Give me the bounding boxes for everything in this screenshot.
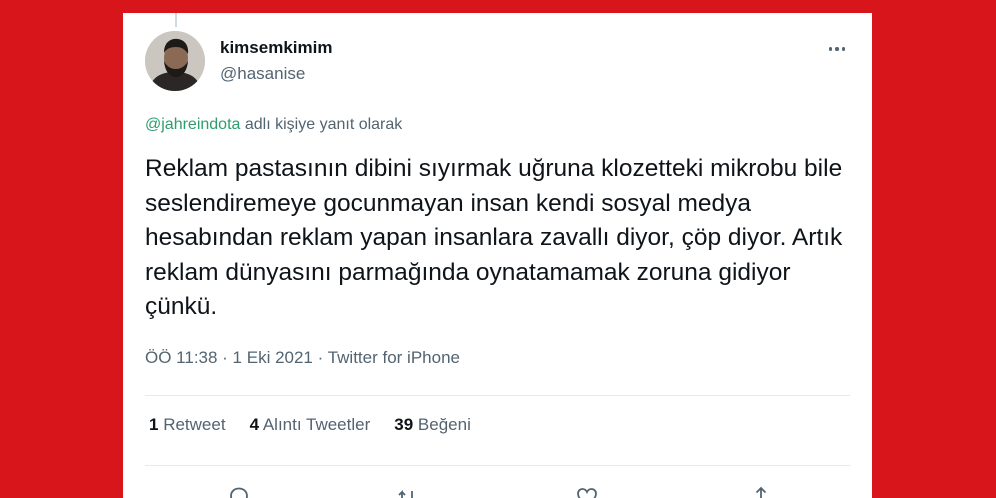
tweet-card: kimsemkimim @hasanise @jahreindota adlı … xyxy=(123,13,872,498)
heart-icon[interactable] xyxy=(575,485,599,498)
comment-icon[interactable] xyxy=(227,485,251,498)
retweet-count: 1 xyxy=(149,415,159,434)
avatar[interactable] xyxy=(145,31,205,91)
retweet-label: Retweet xyxy=(163,415,226,434)
action-bar xyxy=(123,485,872,498)
user-handle[interactable]: @hasanise xyxy=(220,64,305,84)
retweet-stat[interactable]: 1 Retweet xyxy=(149,415,226,435)
avatar-image xyxy=(145,31,205,91)
reply-mention-link[interactable]: @jahreindota xyxy=(145,116,240,133)
like-stat[interactable]: 39 Beğeni xyxy=(394,415,471,435)
share-icon[interactable] xyxy=(749,485,773,498)
display-name[interactable]: kimsemkimim xyxy=(220,38,332,58)
divider xyxy=(145,395,850,396)
quote-label: Alıntı Tweetler xyxy=(262,415,371,434)
like-count: 39 xyxy=(394,415,414,434)
retweet-icon[interactable] xyxy=(395,485,419,498)
quote-tweet-stat[interactable]: 4 Alıntı Tweetler xyxy=(250,415,371,435)
more-horizontal-icon[interactable] xyxy=(824,37,850,61)
quote-count: 4 xyxy=(249,415,260,434)
reply-context-label: adlı kişiye yanıt olarak xyxy=(244,116,403,133)
like-label: Beğeni xyxy=(417,415,471,434)
divider xyxy=(145,465,850,466)
tweet-text: Reklam pastasının dibini sıyırmak uğruna… xyxy=(145,155,843,320)
thread-connector-line xyxy=(175,13,177,27)
tweet-timestamp[interactable]: ÖÖ 11:38 · 1 Eki 2021 · Twitter for iPho… xyxy=(145,348,460,368)
tweet-stats: 1 Retweet 4 Alıntı Tweetler 39 Beğeni xyxy=(149,415,471,435)
reply-context: @jahreindota adlı kişiye yanıt olarak xyxy=(145,116,402,134)
